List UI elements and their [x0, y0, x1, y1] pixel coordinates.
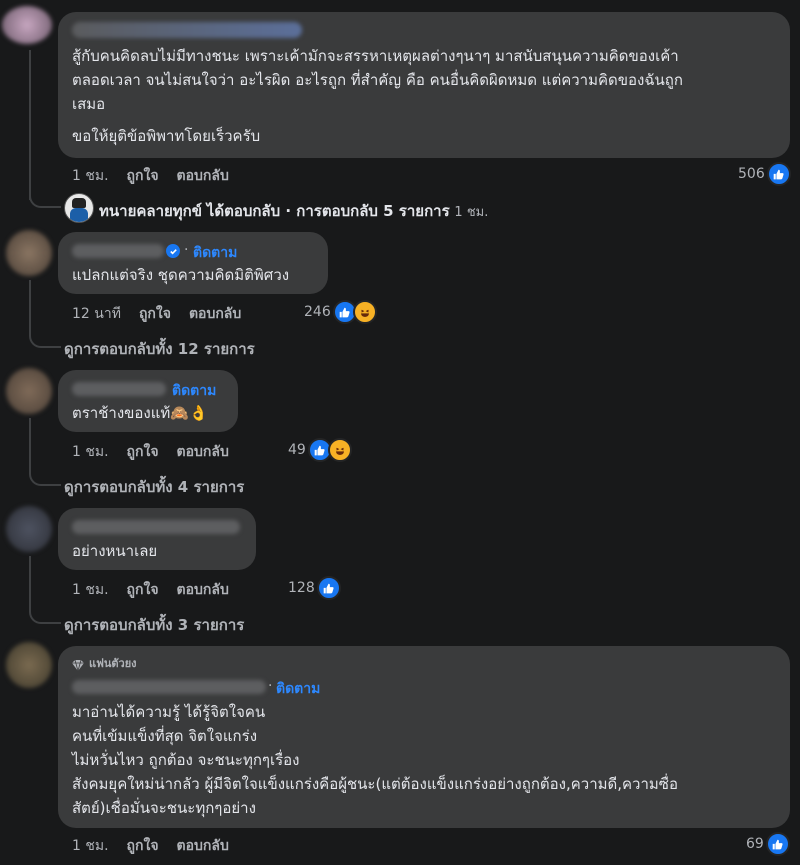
reaction-count[interactable]: 49 — [288, 438, 352, 462]
reaction-count[interactable]: 246 — [304, 300, 377, 324]
comment-text: ตราช้างของแท้🙈👌 — [72, 404, 208, 422]
comment-time[interactable]: 1 ชม. — [72, 165, 109, 187]
comment-text: อย่างหนาเลย — [72, 542, 158, 560]
author-name-redacted[interactable] — [72, 22, 302, 38]
like-icon — [766, 162, 791, 186]
thread-connector — [29, 180, 61, 208]
comment-text: มาอ่านได้ความรู้ ได้รู้จิตใจคน คนที่เข้ม… — [72, 703, 678, 817]
author-name-redacted[interactable] — [72, 520, 240, 534]
like-icon — [765, 832, 790, 856]
diamond-icon — [72, 656, 84, 675]
reply-summary-text: ได้ตอบกลับ · การตอบกลับ 5 รายการ — [206, 202, 450, 220]
reaction-count[interactable]: 506 — [738, 162, 791, 186]
comment-actions: 12 นาที ถูกใจ ตอบกลับ — [72, 303, 241, 325]
comment-actions: 1 ชม. ถูกใจ ตอบกลับ — [72, 441, 229, 463]
reply-button[interactable]: ตอบกลับ — [177, 441, 229, 463]
like-icon — [316, 576, 341, 600]
avatar[interactable] — [6, 368, 52, 414]
comment-actions: 1 ชม. ถูกใจ ตอบกลับ — [72, 835, 229, 857]
reaction-count[interactable]: 128 — [288, 576, 341, 600]
comment-text: สู้กับคนคิดลบไม่มีทางชนะ เพราะเค้ามักจะส… — [72, 47, 683, 145]
reply-time: 1 ชม. — [454, 205, 489, 220]
comment-bubble: สู้กับคนคิดลบไม่มีทางชนะ เพราะเค้ามักจะส… — [58, 12, 790, 158]
thread-connector — [29, 598, 61, 624]
like-button[interactable]: ถูกใจ — [139, 303, 171, 325]
thread-connector — [29, 322, 61, 348]
comment-bubble: ติดตาม ตราช้างของแท้🙈👌 — [58, 370, 238, 432]
view-replies-link[interactable]: ดูการตอบกลับทั้ง 12 รายการ — [64, 337, 255, 361]
comment-bubble: · ติดตาม แปลกแต่จริง ชุดความคิดมิติพิศวง — [58, 232, 328, 294]
comment-actions: 1 ชม. ถูกใจ ตอบกลับ — [72, 165, 229, 187]
follow-button[interactable]: ติดตาม — [172, 380, 216, 402]
comment-time[interactable]: 1 ชม. — [72, 835, 109, 857]
follow-button[interactable]: ติดตาม — [276, 678, 320, 700]
avatar[interactable] — [6, 230, 52, 276]
author-name-redacted[interactable] — [72, 680, 266, 694]
thread-connector — [29, 460, 61, 486]
like-button[interactable]: ถูกใจ — [127, 165, 159, 187]
avatar[interactable] — [6, 642, 52, 688]
author-name-redacted[interactable] — [72, 382, 166, 396]
reply-author[interactable]: ทนายคลายทุกข์ — [99, 202, 202, 220]
like-button[interactable]: ถูกใจ — [127, 441, 159, 463]
top-fan-badge: แฟนตัวยง — [89, 657, 137, 670]
avatar[interactable] — [64, 193, 94, 223]
reply-summary[interactable]: ทนายคลายทุกข์ ได้ตอบกลับ · การตอบกลับ 5 … — [99, 199, 488, 223]
avatar[interactable] — [2, 6, 52, 44]
haha-icon — [327, 438, 352, 462]
comment-time[interactable]: 12 นาที — [72, 303, 121, 325]
comment-bubble: แฟนตัวยง · ติดตาม มาอ่านได้ความรู้ ได้รู… — [58, 646, 790, 828]
haha-icon — [352, 300, 377, 324]
reply-button[interactable]: ตอบกลับ — [189, 303, 241, 325]
separator: · — [184, 242, 189, 258]
like-button[interactable]: ถูกใจ — [127, 579, 159, 601]
separator: · — [268, 678, 273, 694]
like-button[interactable]: ถูกใจ — [127, 835, 159, 857]
verified-icon — [166, 244, 180, 258]
view-replies-link[interactable]: ดูการตอบกลับทั้ง 3 รายการ — [64, 613, 244, 637]
comment-time[interactable]: 1 ชม. — [72, 579, 109, 601]
reply-button[interactable]: ตอบกลับ — [177, 165, 229, 187]
follow-button[interactable]: ติดตาม — [193, 242, 237, 264]
thread-line — [29, 50, 31, 200]
reply-button[interactable]: ตอบกลับ — [177, 579, 229, 601]
author-name-redacted[interactable] — [72, 244, 164, 258]
view-replies-link[interactable]: ดูการตอบกลับทั้ง 4 รายการ — [64, 475, 244, 499]
comment-time[interactable]: 1 ชม. — [72, 441, 109, 463]
reaction-count[interactable]: 69 — [746, 832, 790, 856]
avatar[interactable] — [6, 506, 52, 552]
comment-bubble: อย่างหนาเลย — [58, 508, 256, 570]
comment-actions: 1 ชม. ถูกใจ ตอบกลับ — [72, 579, 229, 601]
reply-button[interactable]: ตอบกลับ — [177, 835, 229, 857]
comment-text: แปลกแต่จริง ชุดความคิดมิติพิศวง — [72, 266, 290, 284]
